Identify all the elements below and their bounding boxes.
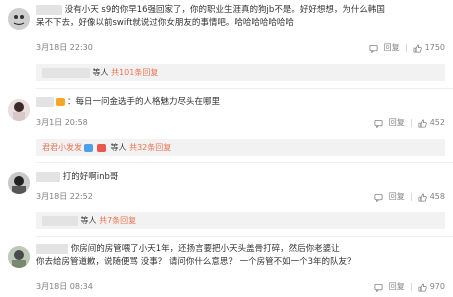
divider	[410, 193, 412, 201]
replies-summary[interactable]: 等人 共7条回复	[36, 212, 445, 229]
comment-actions: 回复 1750	[369, 43, 445, 53]
view-replies-link[interactable]: 共7条回复	[99, 216, 136, 225]
comment-text-line: 你房间的房管喂了小天1年，还扬言要把小天头盖骨打碎，然后你老婆让	[70, 244, 340, 254]
like-button[interactable]: 970	[418, 282, 445, 292]
thumbs-up-icon	[413, 44, 422, 53]
reply-icon[interactable]	[374, 119, 383, 128]
reply-icon[interactable]	[374, 193, 383, 202]
thumbs-up-icon	[418, 119, 427, 128]
username-masked[interactable]	[36, 96, 54, 107]
reply-button[interactable]: 回复	[389, 282, 405, 292]
reply-button[interactable]: 回复	[389, 118, 405, 128]
comment-text-line: ：每日一问金选手的人格魅力尽头在哪里	[67, 97, 221, 107]
like-count: 458	[429, 192, 445, 201]
reply-icon[interactable]	[369, 44, 378, 53]
like-count: 970	[429, 282, 445, 291]
comment-text-line: 没有小天 s9的你早16强回家了，你的职业生涯真的狗jb不是。好好想想，为什么韩…	[64, 5, 385, 15]
view-replies-link[interactable]: 共32条回复	[129, 143, 171, 152]
like-button[interactable]: 1750	[413, 43, 445, 53]
vip-badge-icon	[97, 143, 106, 152]
comment-text: 打的好啊inb哥	[36, 171, 118, 184]
comment-text: ：每日一问金选手的人格魅力尽头在哪里	[36, 96, 220, 109]
comment-actions: 回复 452	[374, 118, 445, 128]
username-masked[interactable]	[36, 171, 60, 182]
reply-username[interactable]: 君君小发发	[42, 143, 82, 152]
comment-date: 3月18日 08:34	[36, 282, 93, 291]
comment-date: 3月1日 20:58	[36, 118, 88, 127]
like-count: 452	[429, 118, 445, 127]
replies-suffix: 等人	[92, 68, 109, 77]
reply-button[interactable]: 回复	[389, 192, 405, 202]
thumbs-up-icon	[418, 193, 427, 202]
username-masked	[42, 215, 78, 226]
divider	[410, 283, 412, 291]
divider	[405, 44, 407, 52]
comment-text: 没有小天 s9的你早16强回家了，你的职业生涯真的狗jb不是。好好想想，为什么韩…	[36, 4, 385, 30]
avatar[interactable]	[8, 8, 30, 30]
vip-badge-icon	[56, 97, 65, 106]
replies-summary[interactable]: 君君小发发 等人 共32条回复	[36, 139, 445, 156]
like-button[interactable]: 452	[418, 118, 445, 128]
comment-text-line: 打的好啊inb哥	[62, 172, 119, 182]
reply-button[interactable]: 回复	[384, 43, 400, 53]
username-masked[interactable]	[36, 4, 62, 15]
divider	[36, 236, 453, 237]
member-badge-icon	[84, 143, 93, 152]
replies-suffix: 等人	[110, 143, 127, 152]
avatar[interactable]	[8, 172, 30, 194]
like-count: 1750	[424, 43, 445, 52]
comment-text-line: 你去给房管道歉，说随便骂 没事？ 请问你什么意思？ 一个房管不如一个3年的队友？	[36, 257, 356, 267]
comment-text-line: 呆不下去，好像以前swift就说过你女朋友的事情吧。哈哈哈哈哈哈哈	[36, 18, 294, 28]
comment-date: 3月18日 22:30	[36, 43, 93, 52]
divider	[36, 88, 453, 89]
thumbs-up-icon	[418, 283, 427, 292]
comment-text: 你房间的房管喂了小天1年，还扬言要把小天头盖骨打碎，然后你老婆让 你去给房管道歉…	[36, 243, 356, 269]
username-masked	[42, 67, 90, 78]
avatar[interactable]	[8, 99, 30, 121]
comment-actions: 回复 970	[374, 282, 445, 292]
replies-suffix: 等人	[80, 216, 97, 225]
comment-actions: 回复 458	[374, 192, 445, 202]
view-replies-link[interactable]: 共101条回复	[111, 68, 158, 77]
username-masked[interactable]	[36, 243, 68, 254]
divider	[410, 119, 412, 127]
reply-icon[interactable]	[374, 283, 383, 292]
replies-summary[interactable]: 等人 共101条回复	[36, 64, 445, 81]
divider	[36, 162, 453, 163]
avatar[interactable]	[8, 246, 30, 268]
comment-date: 3月18日 22:52	[36, 192, 93, 201]
like-button[interactable]: 458	[418, 192, 445, 202]
